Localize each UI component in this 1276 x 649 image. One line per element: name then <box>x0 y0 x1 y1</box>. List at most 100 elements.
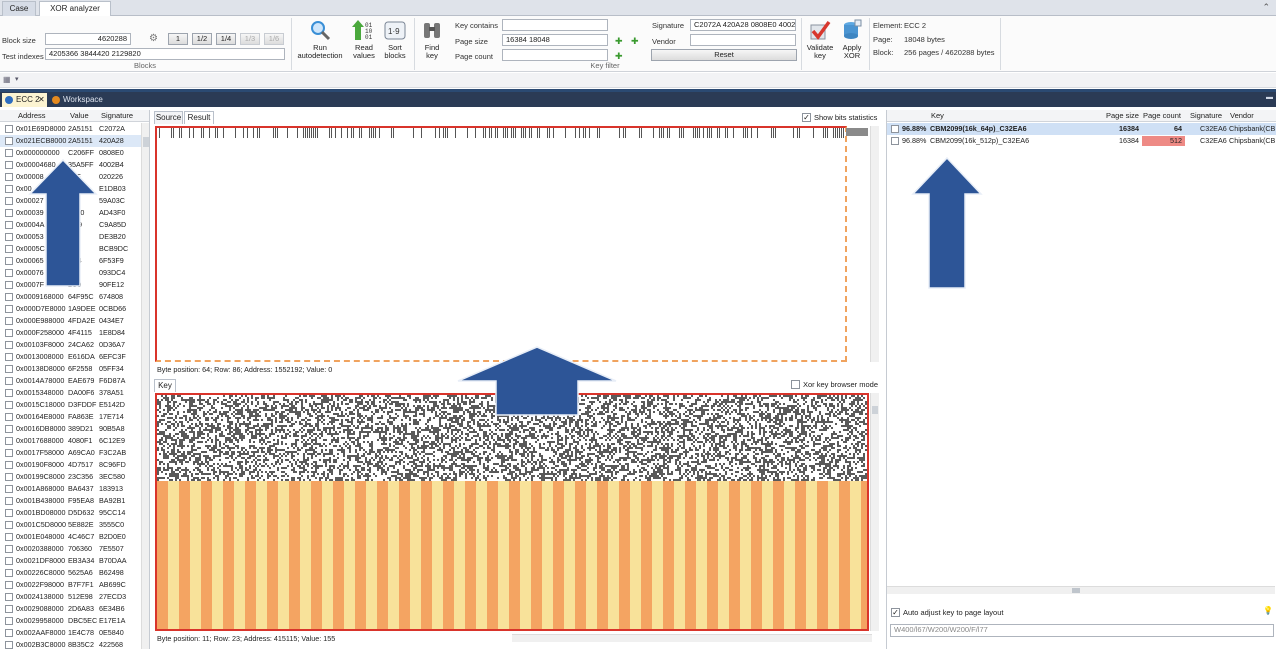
doc-tab-ecc2[interactable]: ECC 2 ✕ <box>2 93 47 107</box>
row-checkbox[interactable] <box>5 629 13 637</box>
row-checkbox[interactable] <box>5 365 13 373</box>
toolbar-grid-icon[interactable]: ▦ <box>3 75 11 84</box>
apply-xor-button[interactable]: Apply XOR <box>838 18 866 60</box>
block-third-button[interactable]: 1/3 <box>240 33 260 45</box>
find-key-button[interactable]: Find key <box>418 18 446 60</box>
filter-add-icon[interactable]: ✚ <box>615 36 623 47</box>
row-checkbox[interactable] <box>5 521 13 529</box>
filter-add-icon[interactable]: ✚ <box>631 36 639 47</box>
tab-key[interactable]: Key <box>154 379 176 392</box>
close-icon[interactable]: ✕ <box>38 93 45 106</box>
row-checkbox[interactable] <box>5 413 13 421</box>
key-hscrollbar[interactable] <box>512 634 872 642</box>
row-checkbox[interactable] <box>5 293 13 301</box>
address-row[interactable]: 0x0016DB8000 389D21 90B5A8 <box>0 423 148 435</box>
result-canvas[interactable] <box>155 126 847 362</box>
doc-tab-workspace[interactable]: Workspace <box>49 93 109 107</box>
vendor-input[interactable] <box>690 34 796 46</box>
scroll-thumb[interactable] <box>143 137 149 147</box>
key-results-hscrollbar[interactable] <box>887 586 1275 594</box>
page-size-input[interactable]: 16384 18048 <box>502 34 608 46</box>
row-checkbox[interactable] <box>5 461 13 469</box>
row-checkbox[interactable] <box>5 305 13 313</box>
address-row[interactable]: 0x0022F98000 B7F7F1 AB699C <box>0 579 148 591</box>
row-checkbox[interactable] <box>5 425 13 433</box>
row-checkbox[interactable] <box>5 473 13 481</box>
block-1-button[interactable]: 1 <box>168 33 188 45</box>
link-icon[interactable]: ⚙ <box>149 33 158 44</box>
row-checkbox[interactable] <box>5 557 13 565</box>
address-row[interactable]: 0x00164E8000 FA863E 17E714 <box>0 411 148 423</box>
block-half-button[interactable]: 1/2 <box>192 33 212 45</box>
address-row[interactable]: 0x01E69D8000 2A5151 C2072A <box>0 123 148 135</box>
row-checkbox[interactable] <box>5 137 13 145</box>
page-size-column-header[interactable]: Page size <box>1106 110 1139 121</box>
row-checkbox[interactable] <box>5 173 13 181</box>
scroll-thumb[interactable] <box>846 128 868 136</box>
address-row[interactable]: 0x0024138000 512E98 27ECD3 <box>0 591 148 603</box>
key-result-row[interactable]: 96.88% CBM2099(16k_512p)_C32EA6 16384 51… <box>887 135 1276 147</box>
row-checkbox[interactable] <box>5 449 13 457</box>
address-row[interactable]: 0x001C5D8000 5E882E 3555C0 <box>0 519 148 531</box>
row-checkbox[interactable] <box>5 389 13 397</box>
row-checkbox[interactable] <box>5 125 13 133</box>
block-size-input[interactable]: 4620288 <box>45 33 131 45</box>
address-row[interactable]: 0x000D7E8000 1A9DEE 0CBD66 <box>0 303 148 315</box>
row-checkbox[interactable] <box>5 485 13 493</box>
address-row[interactable]: 0x0020388000 706360 7E5507 <box>0 543 148 555</box>
address-row[interactable]: 0x001A868000 BA6437 183913 <box>0 483 148 495</box>
row-checkbox[interactable] <box>5 581 13 589</box>
run-autodetection-button[interactable]: Run autodetection <box>294 18 346 60</box>
row-checkbox[interactable] <box>5 353 13 361</box>
address-row[interactable]: 0x0009168000 64F95C 674808 <box>0 291 148 303</box>
show-bits-checkbox[interactable]: ✓ <box>802 113 811 122</box>
row-checkbox[interactable] <box>5 233 13 241</box>
row-checkbox[interactable] <box>5 269 13 277</box>
address-row[interactable]: 0x002B3C8000 8B35C2 422568 <box>0 639 148 649</box>
row-checkbox[interactable] <box>5 197 13 205</box>
address-row[interactable]: 0x000E988000 4FDA2E 0434E7 <box>0 315 148 327</box>
lightbulb-icon[interactable]: 💡 <box>1263 606 1273 615</box>
address-row[interactable]: 0x0017F58000 A69CA0 F3C2AB <box>0 447 148 459</box>
key-scrollbar[interactable] <box>870 393 879 631</box>
row-checkbox[interactable] <box>5 161 13 169</box>
signature-column-header[interactable]: Signature <box>101 110 133 121</box>
reset-button[interactable]: Reset <box>651 49 797 61</box>
row-checkbox[interactable] <box>5 605 13 613</box>
collapse-ribbon-icon[interactable]: ⌃ <box>1262 2 1270 13</box>
address-row[interactable]: 0x00138D8000 6F2558 05FF34 <box>0 363 148 375</box>
row-checkbox[interactable] <box>5 497 13 505</box>
signature-column-header[interactable]: Signature <box>1190 110 1222 121</box>
key-canvas[interactable] <box>155 393 869 631</box>
page-count-column-header[interactable]: Page count <box>1143 110 1181 121</box>
address-row[interactable]: 0x021ECB8000 2A5151 420A28 <box>0 135 148 147</box>
tab-xor-analyzer[interactable]: XOR analyzer <box>39 1 111 16</box>
key-result-row[interactable]: 96.88% CBM2099(16k_64p)_C32EA6 16384 64 … <box>887 123 1276 135</box>
address-row[interactable]: 0x000F258000 4F4115 1E8D84 <box>0 327 148 339</box>
row-checkbox[interactable] <box>5 221 13 229</box>
row-checkbox[interactable] <box>5 377 13 385</box>
key-contains-input[interactable] <box>502 19 608 31</box>
address-row[interactable]: 0x0029088000 2D6A83 6E34B6 <box>0 603 148 615</box>
row-checkbox[interactable] <box>5 641 13 649</box>
row-checkbox[interactable] <box>5 281 13 289</box>
address-row[interactable]: 0x0013008000 E616DA 6EFC3F <box>0 351 148 363</box>
row-checkbox[interactable] <box>5 401 13 409</box>
row-checkbox[interactable] <box>5 533 13 541</box>
address-row[interactable]: 0x00199C8000 23C356 3EC580 <box>0 471 148 483</box>
tab-source[interactable]: Source <box>154 111 183 124</box>
address-row[interactable]: 0x00103F8000 24CA62 0D36A7 <box>0 339 148 351</box>
row-checkbox[interactable] <box>5 257 13 265</box>
address-row[interactable]: 0x00190F8000 4D7517 8C96FD <box>0 459 148 471</box>
address-row[interactable]: 0x0015C18000 D3FDDF E5142D <box>0 399 148 411</box>
address-row[interactable]: 0x0015348000 DA00F6 378A51 <box>0 387 148 399</box>
address-list-scrollbar[interactable] <box>141 123 149 649</box>
result-scrollbar[interactable] <box>846 126 879 362</box>
address-row[interactable]: 0x001BD08000 D5D632 95CC14 <box>0 507 148 519</box>
row-checkbox[interactable] <box>891 137 899 145</box>
tab-result[interactable]: Result <box>184 111 214 124</box>
key-column-header[interactable]: Key <box>931 110 944 121</box>
row-checkbox[interactable] <box>5 509 13 517</box>
row-checkbox[interactable] <box>5 185 13 193</box>
value-column-header[interactable]: Value <box>70 110 89 121</box>
